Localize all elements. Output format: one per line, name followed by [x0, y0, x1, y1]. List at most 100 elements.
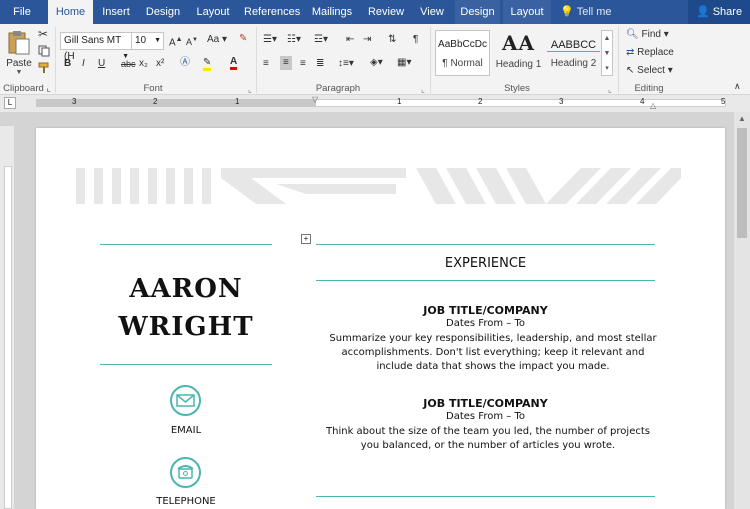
- table-move-handle-icon[interactable]: +: [301, 234, 311, 244]
- superscript-button[interactable]: x²: [156, 57, 164, 71]
- style-preview: AaBbCcDc: [438, 39, 487, 50]
- job-dates[interactable]: Dates From – To: [316, 318, 655, 329]
- horizontal-ruler[interactable]: L 3 2 1 1 2 3 4 5 ▽ △: [0, 95, 750, 112]
- tab-design[interactable]: Design: [142, 0, 184, 24]
- paste-button[interactable]: Paste ▼: [4, 27, 34, 79]
- shrink-font-button[interactable]: A▼: [186, 33, 198, 49]
- style-heading-2[interactable]: AABBCC Heading 2: [546, 30, 601, 76]
- styles-group-label: Styles: [504, 83, 530, 94]
- grow-font-button[interactable]: A▲: [169, 33, 183, 50]
- tab-insert[interactable]: Insert: [97, 0, 135, 24]
- format-painter-icon[interactable]: [38, 62, 50, 79]
- font-size-select[interactable]: 10 ▼: [131, 32, 164, 50]
- tab-file[interactable]: File: [0, 0, 44, 24]
- scroll-up-icon[interactable]: ▲: [738, 114, 746, 123]
- share-button[interactable]: 👤 Share: [688, 0, 750, 24]
- font-size-value: 10: [135, 35, 147, 46]
- font-color-icon[interactable]: A: [230, 55, 238, 70]
- subscript-button[interactable]: x₂: [139, 57, 148, 71]
- tab-review[interactable]: Review: [366, 0, 406, 24]
- shading-icon[interactable]: ◈▾: [370, 56, 383, 70]
- style-name: Heading 2: [550, 58, 597, 69]
- divider: [316, 280, 655, 281]
- bold-button[interactable]: B: [64, 57, 71, 71]
- divider: [316, 496, 655, 497]
- divider: [55, 27, 56, 93]
- strikethrough-button[interactable]: abc: [121, 57, 136, 71]
- ribbon-tab-bar: File Home Insert Design Layout Reference…: [0, 0, 750, 24]
- increase-indent-icon[interactable]: ⇥: [363, 33, 371, 47]
- select-button[interactable]: ↖ Select ▾: [626, 64, 673, 78]
- tab-home[interactable]: Home: [48, 0, 93, 24]
- align-left-icon[interactable]: ≡: [263, 57, 269, 71]
- pilcrow-icon[interactable]: ¶: [413, 33, 418, 47]
- line-spacing-icon[interactable]: ↕≡▾: [338, 57, 354, 71]
- align-center-icon[interactable]: ≡: [280, 56, 292, 70]
- tab-view[interactable]: View: [416, 0, 448, 24]
- tab-layout[interactable]: Layout: [192, 0, 234, 24]
- italic-button[interactable]: I: [82, 57, 85, 71]
- vertical-ruler-track: [4, 166, 12, 509]
- job-title[interactable]: JOB TITLE/COMPANY: [316, 304, 655, 317]
- font-name-value: Gill Sans MT (H: [64, 35, 122, 62]
- ruler-number: 2: [153, 97, 158, 106]
- multilevel-list-icon[interactable]: ☲▾: [314, 33, 328, 47]
- ruler-number: 3: [72, 97, 77, 106]
- ribbon-home: Paste ▼ ✂ Clipboard ⌞ Gill Sans MT (H ▼ …: [0, 24, 750, 95]
- divider: [430, 27, 431, 93]
- sort-icon[interactable]: ⇅: [388, 33, 396, 47]
- resume-name[interactable]: AARON WRIGHT: [100, 270, 272, 346]
- job-title[interactable]: JOB TITLE/COMPANY: [316, 397, 655, 410]
- paste-icon: [8, 31, 30, 55]
- envelope-icon: [170, 385, 201, 416]
- collapse-ribbon-icon[interactable]: ∧: [734, 79, 741, 93]
- job-dates[interactable]: Dates From – To: [316, 411, 655, 422]
- replace-button[interactable]: ⇄ Replace: [626, 46, 674, 60]
- scrollbar-thumb[interactable]: [737, 128, 747, 238]
- style-heading-1[interactable]: AA Heading 1: [491, 30, 546, 76]
- find-button[interactable]: 🔍︎ Find ▾: [626, 28, 669, 42]
- tab-table-layout[interactable]: Layout: [503, 0, 551, 24]
- divider: [100, 364, 272, 365]
- borders-icon[interactable]: ▦▾: [397, 56, 411, 70]
- divider: [100, 244, 272, 245]
- tell-me-box[interactable]: 💡 Tell me: [560, 0, 612, 24]
- section-heading-experience[interactable]: EXPERIENCE: [316, 256, 655, 271]
- vertical-scrollbar[interactable]: ▲: [734, 112, 750, 509]
- tab-selector-icon[interactable]: L: [4, 97, 16, 109]
- decrease-indent-icon[interactable]: ⇤: [346, 33, 354, 47]
- font-name-select[interactable]: Gill Sans MT (H ▼: [60, 32, 132, 62]
- right-indent-marker-icon[interactable]: △: [650, 101, 656, 110]
- tab-references[interactable]: References: [244, 0, 300, 24]
- align-right-icon[interactable]: ≡: [300, 57, 306, 71]
- editing-group-label: Editing: [634, 83, 664, 94]
- telephone-icon: [170, 457, 201, 488]
- styles-gallery-scroller[interactable]: ▲ ▼ ▾: [601, 30, 613, 76]
- justify-icon[interactable]: ≣: [316, 57, 324, 71]
- vertical-ruler[interactable]: [0, 126, 14, 509]
- tab-table-design[interactable]: Design: [455, 0, 500, 24]
- change-case-button[interactable]: Aa ▾: [207, 33, 227, 47]
- tab-mailings[interactable]: Mailings: [310, 0, 354, 24]
- clear-formatting-icon[interactable]: ✎: [239, 32, 247, 46]
- bullets-icon[interactable]: ☰▾: [263, 33, 277, 47]
- copy-icon[interactable]: [38, 45, 50, 62]
- text-effects-icon[interactable]: Ⓐ: [180, 56, 190, 70]
- ruler-margin: [36, 99, 316, 107]
- cut-icon[interactable]: ✂: [38, 27, 48, 41]
- divider: [618, 27, 619, 93]
- share-label: Share: [712, 6, 743, 18]
- indent-marker-icon[interactable]: ▽: [312, 95, 318, 104]
- find-label: Find: [641, 29, 661, 40]
- contact-label-email[interactable]: EMAIL: [100, 425, 272, 436]
- highlight-icon[interactable]: ✎: [203, 56, 212, 71]
- numbering-icon[interactable]: ☷▾: [287, 33, 301, 47]
- contact-label-telephone[interactable]: TELEPHONE: [100, 496, 272, 507]
- underline-button[interactable]: U: [98, 57, 105, 71]
- first-name: AARON: [129, 274, 243, 304]
- style-normal[interactable]: AaBbCcDc ¶ Normal: [435, 30, 490, 76]
- job-description[interactable]: Think about the size of the team you led…: [320, 425, 656, 453]
- document-page[interactable]: + AARON WRIGHT EMAIL TELEPHONE EXPERIENC…: [36, 128, 725, 509]
- job-description[interactable]: Summarize your key responsibilities, lea…: [328, 332, 658, 374]
- person-icon: 👤: [696, 6, 710, 18]
